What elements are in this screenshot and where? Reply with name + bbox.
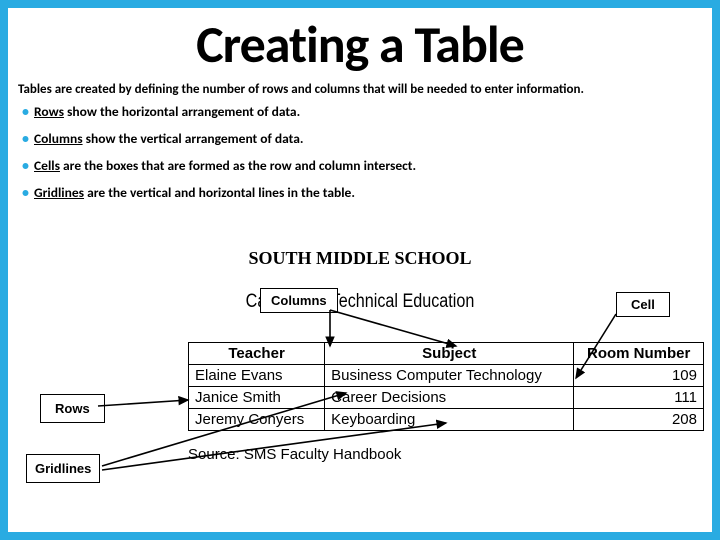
cell-subject: Career Decisions [325, 387, 574, 409]
cell-room: 208 [574, 409, 704, 431]
def-cells: Cells are the boxes that are formed as t… [22, 157, 702, 174]
definitions-list: Rows show the horizontal arrangement of … [18, 103, 702, 201]
page-title: Creating a Table [18, 12, 702, 76]
label-columns: Columns [260, 288, 338, 313]
term-gridlines: Gridlines [34, 184, 84, 201]
cell-teacher: Jeremy Conyers [189, 409, 325, 431]
figure-area: SOUTH MIDDLE SCHOOL Career and Technical… [16, 248, 704, 524]
term-cells: Cells [34, 157, 60, 174]
table-row: Jeremy Conyers Keyboarding 208 [189, 409, 704, 431]
cell-subject: Business Computer Technology [325, 365, 574, 387]
label-gridlines: Gridlines [26, 454, 100, 483]
def-gridlines: Gridlines are the vertical and horizonta… [22, 184, 702, 201]
def-columns: Columns show the vertical arrangement of… [22, 130, 702, 147]
cell-room: 109 [574, 365, 704, 387]
term-columns: Columns [34, 130, 83, 147]
table-header-row: Teacher Subject Room Number [189, 343, 704, 365]
def-gridlines-rest: are the vertical and horizontal lines in… [84, 184, 355, 201]
cell-room: 111 [574, 387, 704, 409]
program-subtitle: Career and Technical Education [68, 291, 653, 313]
def-cells-rest: are the boxes that are formed as the row… [60, 157, 416, 174]
def-rows-rest: show the horizontal arrangement of data. [64, 103, 300, 120]
school-title: SOUTH MIDDLE SCHOOL [16, 248, 704, 269]
col-subject: Subject [325, 343, 574, 365]
col-teacher: Teacher [189, 343, 325, 365]
col-room: Room Number [574, 343, 704, 365]
source-line: Source: SMS Faculty Handbook [188, 446, 401, 463]
table-row: Elaine Evans Business Computer Technolog… [189, 365, 704, 387]
label-cell: Cell [616, 292, 670, 317]
cell-teacher: Janice Smith [189, 387, 325, 409]
def-columns-rest: show the vertical arrangement of data. [83, 130, 304, 147]
cell-subject: Keyboarding [325, 409, 574, 431]
label-rows: Rows [40, 394, 105, 423]
cell-teacher: Elaine Evans [189, 365, 325, 387]
intro-text: Tables are created by defining the numbe… [18, 82, 702, 97]
example-table: Teacher Subject Room Number Elaine Evans… [188, 342, 704, 431]
def-rows: Rows show the horizontal arrangement of … [22, 103, 702, 120]
table-row: Janice Smith Career Decisions 111 [189, 387, 704, 409]
term-rows: Rows [34, 103, 64, 120]
